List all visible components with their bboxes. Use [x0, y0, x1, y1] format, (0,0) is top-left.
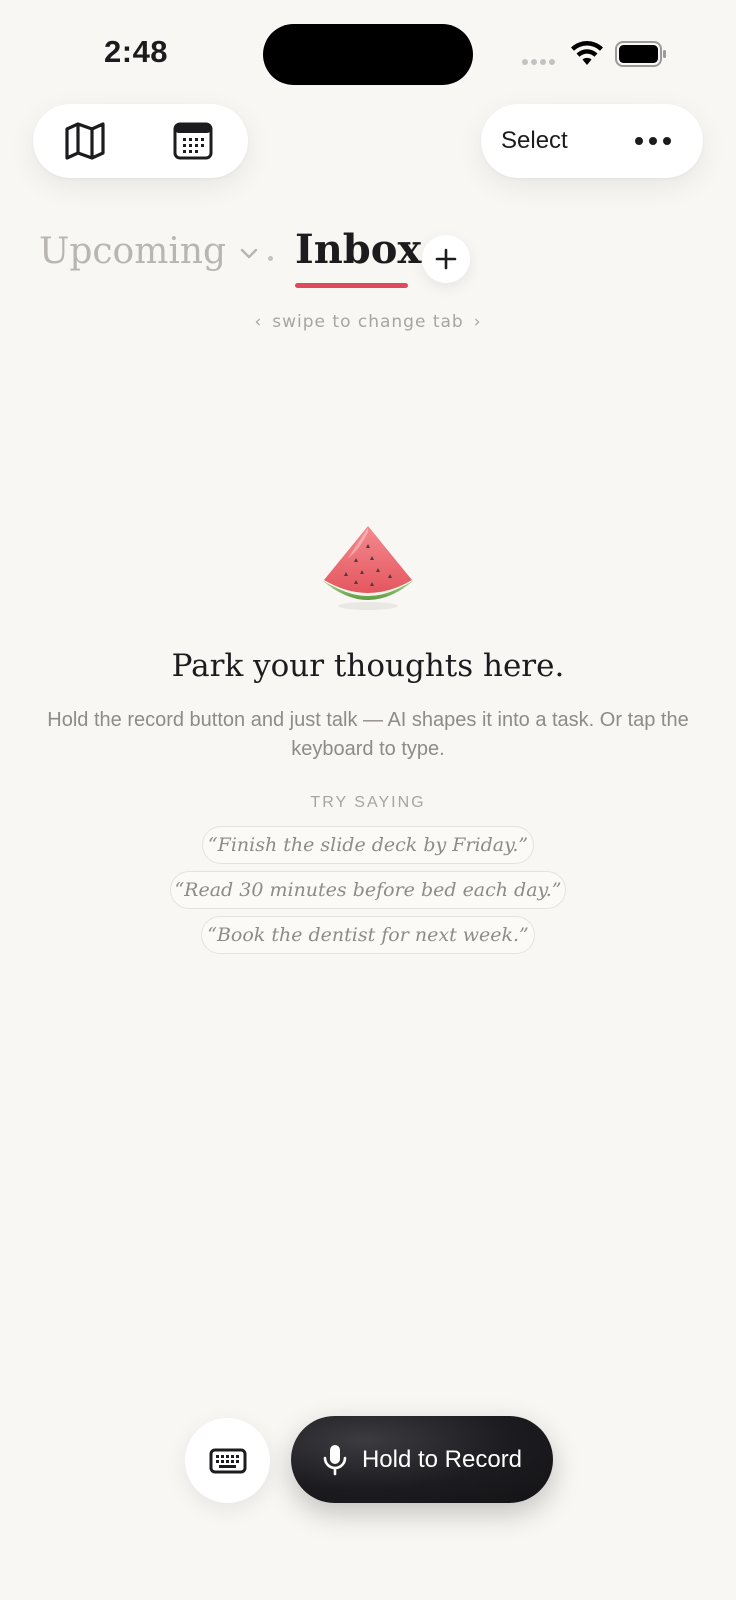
microphone-icon	[323, 1444, 347, 1475]
battery-icon	[615, 41, 667, 72]
wifi-icon	[570, 41, 604, 72]
tab-separator-dot	[268, 256, 273, 261]
more-options-button[interactable]	[623, 104, 683, 178]
map-view-button[interactable]	[55, 117, 115, 165]
calendar-view-button[interactable]	[163, 117, 223, 165]
ellipsis-icon	[635, 137, 671, 145]
plus-icon	[435, 248, 457, 270]
inbox-screen: 2:48 Select Upcoming Inbox ‹ swipe to ch…	[0, 0, 736, 1600]
chevron-down-icon	[240, 248, 258, 260]
calendar-icon	[173, 122, 213, 160]
swipe-hint-text: swipe to change tab	[272, 312, 464, 332]
swipe-hint: ‹ swipe to change tab ›	[0, 312, 736, 332]
empty-state-title: Park your thoughts here.	[171, 648, 565, 684]
actions-pill: Select	[481, 104, 703, 178]
watermelon-icon	[318, 522, 418, 617]
hold-to-record-button[interactable]: Hold to Record	[291, 1416, 553, 1503]
map-icon	[65, 122, 105, 160]
tab-inbox[interactable]: Inbox	[295, 226, 421, 273]
active-tab-indicator	[295, 283, 408, 288]
chevron-right-icon: ›	[473, 312, 482, 332]
tab-upcoming[interactable]: Upcoming	[39, 231, 258, 272]
keyboard-icon	[209, 1448, 246, 1473]
view-switcher	[33, 104, 248, 178]
cellular-signal-icon	[522, 59, 555, 65]
status-time: 2:48	[104, 34, 169, 69]
example-prompt[interactable]: “Read 30 minutes before bed each day.”	[170, 871, 566, 909]
example-prompt[interactable]: “Finish the slide deck by Friday.”	[202, 826, 534, 864]
add-tab-button[interactable]	[422, 235, 470, 283]
dynamic-island	[263, 24, 473, 85]
example-prompt[interactable]: “Book the dentist for next week.”	[201, 916, 535, 954]
empty-state-description: Hold the record button and just talk — A…	[47, 709, 689, 760]
keyboard-button[interactable]	[185, 1418, 270, 1503]
select-button[interactable]: Select	[501, 104, 568, 178]
try-saying-label: TRY SAYING	[310, 794, 426, 811]
record-button-label: Hold to Record	[361, 1445, 523, 1473]
tab-upcoming-label: Upcoming	[39, 231, 227, 272]
chevron-left-icon: ‹	[254, 312, 263, 332]
